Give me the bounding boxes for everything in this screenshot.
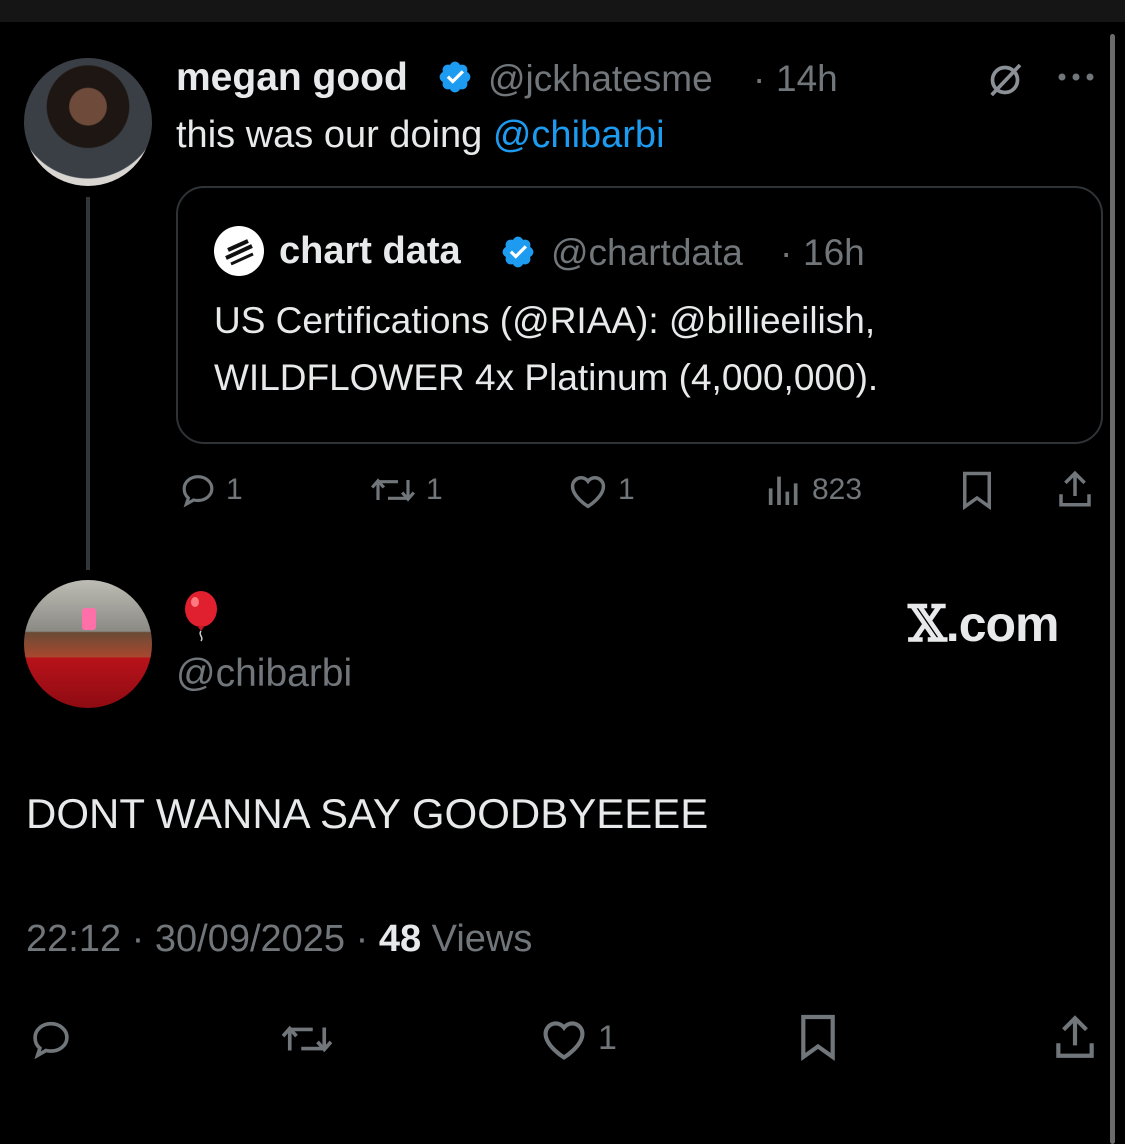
scrollbar[interactable]: [1110, 34, 1115, 1144]
heart-icon: [543, 1021, 585, 1060]
reply-count: 1: [226, 473, 243, 506]
quoted-text-line2: WILDFLOWER 4x Platinum (4,000,000).: [214, 357, 879, 398]
tweet-display-name[interactable]: megan good: [176, 56, 408, 100]
quoted-handle[interactable]: @chartdata: [551, 232, 743, 274]
repost-icon: [370, 478, 416, 502]
reply-icon: [182, 475, 214, 508]
analytics-icon: [768, 476, 798, 505]
reply-icon[interactable]: [26, 1016, 76, 1062]
share-icon[interactable]: [1054, 468, 1096, 510]
reply-timestamp[interactable]: 22:12 · 30/09/2025 ·: [26, 918, 379, 960]
reply-like-count: 1: [598, 1018, 617, 1057]
more-options-icon[interactable]: [1056, 70, 1096, 84]
repost-icon[interactable]: [277, 1016, 337, 1062]
verified-badge-icon: [439, 61, 471, 93]
avatar-chibarbi[interactable]: [24, 580, 152, 708]
heart-icon: [570, 476, 606, 509]
reply-like-button[interactable]: 1: [538, 1014, 617, 1062]
x-logo-icon: 𝕏: [908, 594, 947, 653]
separator-dot: ·: [753, 58, 766, 99]
reply-button[interactable]: 1: [178, 470, 243, 510]
views-count: 823: [812, 473, 863, 506]
quoted-display-name[interactable]: chart data: [279, 230, 461, 273]
reply-text: DONT WANNA SAY GOODBYEEEE: [26, 790, 709, 837]
balloon-emoji: [185, 591, 217, 642]
status-bar: [0, 0, 1125, 22]
watermark-domain: .com: [945, 596, 1060, 652]
reply-views-count: 48: [378, 918, 422, 960]
reply-handle[interactable]: @chibarbi: [176, 652, 352, 696]
chartdata-logo-icon: [222, 234, 256, 268]
share-icon[interactable]: [1050, 1012, 1100, 1062]
mention-link[interactable]: @chibarbi: [493, 114, 665, 156]
bookmark-icon[interactable]: [958, 470, 996, 512]
thread-connector-line: [86, 197, 90, 570]
tweet-handle[interactable]: @jckhatesme: [488, 58, 713, 100]
views-button[interactable]: 823: [764, 470, 862, 510]
separator-dot: ·: [780, 232, 793, 273]
tweet-text: this was our doing @chibarbi: [176, 114, 665, 157]
quoted-time[interactable]: 16h: [803, 232, 865, 274]
phone-in-avatar: [82, 608, 96, 630]
chartdata-avatar[interactable]: [214, 226, 264, 276]
like-count: 1: [618, 473, 635, 506]
bookmark-icon[interactable]: [797, 1012, 839, 1064]
repost-button[interactable]: 1: [368, 470, 443, 510]
x-com-watermark: 𝕏.com: [908, 594, 1059, 653]
reply-views-label: Views: [421, 918, 533, 960]
avatar-megan-good[interactable]: [24, 58, 152, 186]
quoted-text-line1: US Certifications (@RIAA): @billieeilish…: [214, 300, 876, 341]
reply-metadata: 22:12 · 30/09/2025 · 48 Views: [26, 918, 532, 961]
verified-badge-icon: [502, 236, 534, 268]
tweet-text-body: this was our doing: [176, 114, 483, 156]
like-button[interactable]: 1: [566, 470, 635, 510]
repost-count: 1: [426, 473, 443, 506]
tweet-time[interactable]: 14h: [776, 58, 838, 100]
grok-icon[interactable]: [985, 60, 1025, 100]
